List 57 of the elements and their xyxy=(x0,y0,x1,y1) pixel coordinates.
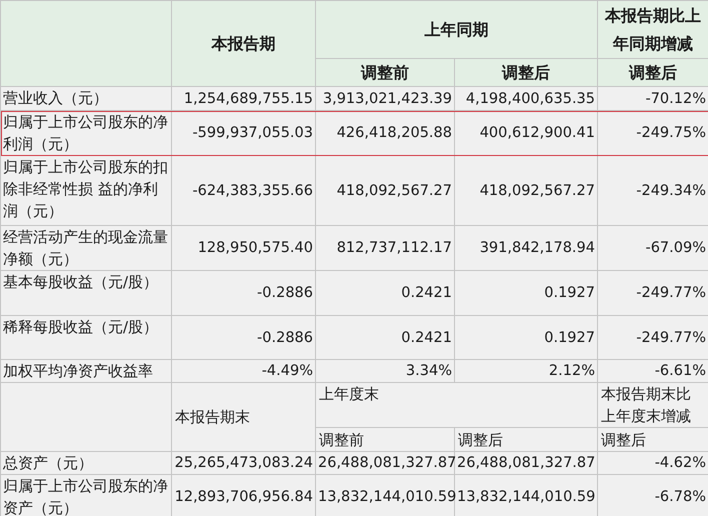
table-cell: 128,950,575.40 xyxy=(172,226,316,270)
table-cell: 26,488,081,327.87 xyxy=(454,452,598,474)
row-label: 稀释每股收益（元/股） xyxy=(0,316,172,360)
table-cell: 3.34% xyxy=(316,360,454,382)
table-cell: 391,842,178.94 xyxy=(454,226,598,270)
column-header: 调整后 xyxy=(598,58,708,86)
row-label: 归属于上市公司股东的净资产（元） xyxy=(0,474,172,516)
table-cell: 418,092,567.27 xyxy=(316,156,454,226)
column-header: 调整前 xyxy=(316,428,454,452)
column-header: 调整前 xyxy=(316,58,454,86)
table-cell: 12,893,706,956.84 xyxy=(172,474,316,516)
table-cell: -4.49% xyxy=(172,360,316,382)
table-cell: 0.1927 xyxy=(454,270,598,316)
table-cell: 418,092,567.27 xyxy=(454,156,598,226)
column-header: 本报告期 xyxy=(172,0,316,86)
table-cell: 400,612,900.41 xyxy=(454,110,598,156)
column-header: 上年同期 xyxy=(316,0,598,58)
table-cell: -4.62% xyxy=(598,452,708,474)
column-header: 本报告期末 xyxy=(172,382,316,452)
table-cell: 0.1927 xyxy=(454,316,598,360)
table-cell: 2.12% xyxy=(454,360,598,382)
table-cell: -249.75% xyxy=(598,110,708,156)
table-cell: -6.78% xyxy=(598,474,708,516)
table-cell: 26,488,081,327.87 xyxy=(316,452,454,474)
table-cell: -6.61% xyxy=(598,360,708,382)
table-cell: -624,383,355.66 xyxy=(172,156,316,226)
table-cell: 13,832,144,010.59 xyxy=(454,474,598,516)
column-header: 本报告期比上年同期增减 xyxy=(598,0,708,58)
table-cell: 0.2421 xyxy=(316,270,454,316)
row-label: 营业收入（元） xyxy=(0,86,172,110)
table-cell: -249.77% xyxy=(598,316,708,360)
table-cell: 4,198,400,635.35 xyxy=(454,86,598,110)
table-cell: -0.2886 xyxy=(172,270,316,316)
table-cell: -67.09% xyxy=(598,226,708,270)
column-header: 调整后 xyxy=(454,58,598,86)
table-cell: 812,737,112.17 xyxy=(316,226,454,270)
table-cell: -0.2886 xyxy=(172,316,316,360)
column-header: 调整后 xyxy=(598,428,708,452)
row-label: 总资产（元） xyxy=(0,452,172,474)
table-cell: 25,265,473,083.24 xyxy=(172,452,316,474)
row-label: 基本每股收益（元/股） xyxy=(0,270,172,316)
row-label: 归属于上市公司股东的净利润（元） xyxy=(0,110,172,156)
table-cell: -70.12% xyxy=(598,86,708,110)
table-cell: 1,254,689,755.15 xyxy=(172,86,316,110)
row-label: 归属于上市公司股东的扣除非经常性损 益的净利润（元） xyxy=(0,156,172,226)
table-cell: 13,832,144,010.59 xyxy=(316,474,454,516)
table-cell: 0.2421 xyxy=(316,316,454,360)
column-header: 上年度末 xyxy=(316,382,598,428)
table-cell: -249.34% xyxy=(598,156,708,226)
table-cell: 426,418,205.88 xyxy=(316,110,454,156)
row-label: 加权平均净资产收益率 xyxy=(0,360,172,382)
table-cell: -599,937,055.03 xyxy=(172,110,316,156)
table-cell: -249.77% xyxy=(598,270,708,316)
row-label: 经营活动产生的现金流量净额（元） xyxy=(0,226,172,270)
column-header: 本报告期末比上年度末增减 xyxy=(598,382,708,428)
table-cell: 3,913,021,423.39 xyxy=(316,86,454,110)
column-header: 调整后 xyxy=(454,428,598,452)
